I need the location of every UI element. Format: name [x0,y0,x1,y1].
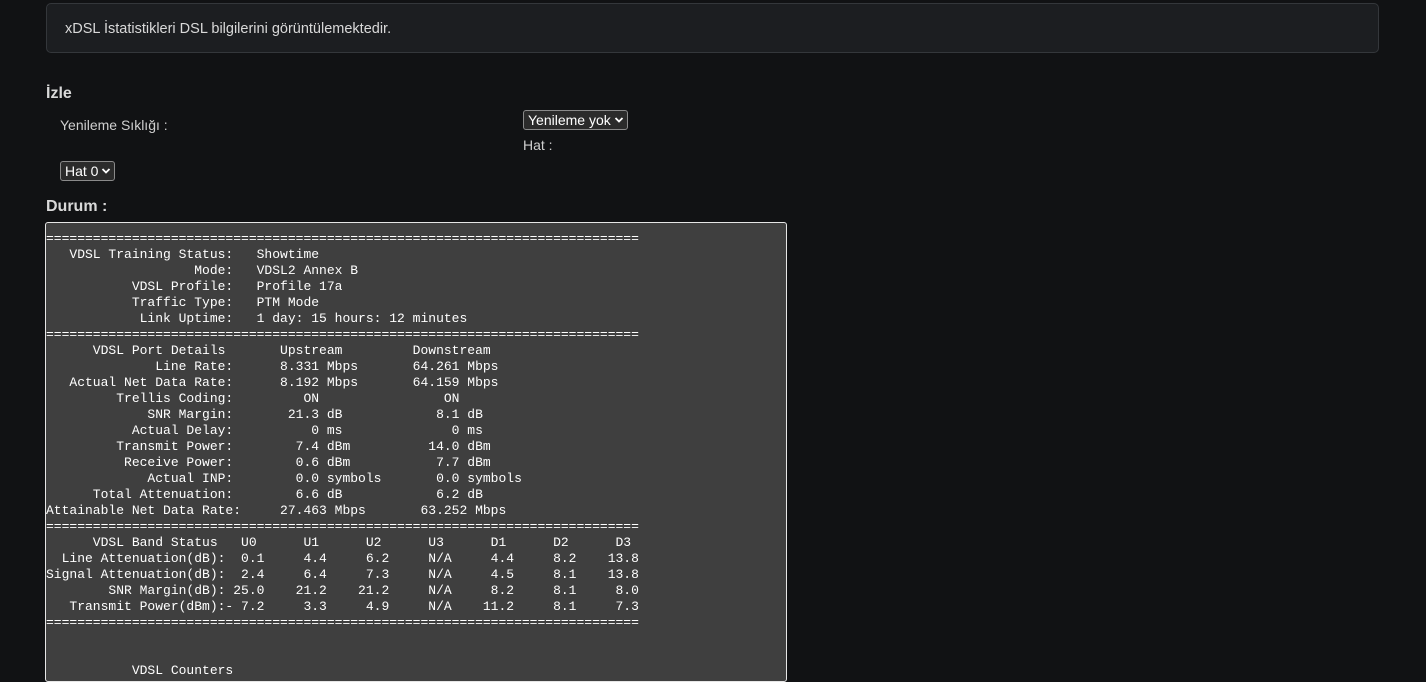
line-label: Hat : [523,137,553,153]
status-textarea[interactable]: ========================================… [45,222,787,682]
refresh-frequency-value: Yenileme yok [528,112,611,128]
refresh-frequency-label: Yenileme Sıklığı : [60,117,168,133]
info-text: xDSL İstatistikleri DSL bilgilerini görü… [65,21,392,37]
status-title: Durum : [46,198,108,215]
info-banner: xDSL İstatistikleri DSL bilgilerini görü… [46,3,1379,53]
refresh-frequency-select[interactable]: Yenileme yok [523,110,628,130]
chevron-down-icon [614,117,623,123]
monitor-section-title: İzle [46,85,72,102]
line-select-value: Hat 0 [65,163,99,179]
line-select[interactable]: Hat 0 [60,161,116,181]
chevron-down-icon [102,168,111,174]
status-text: ========================================… [46,231,639,678]
